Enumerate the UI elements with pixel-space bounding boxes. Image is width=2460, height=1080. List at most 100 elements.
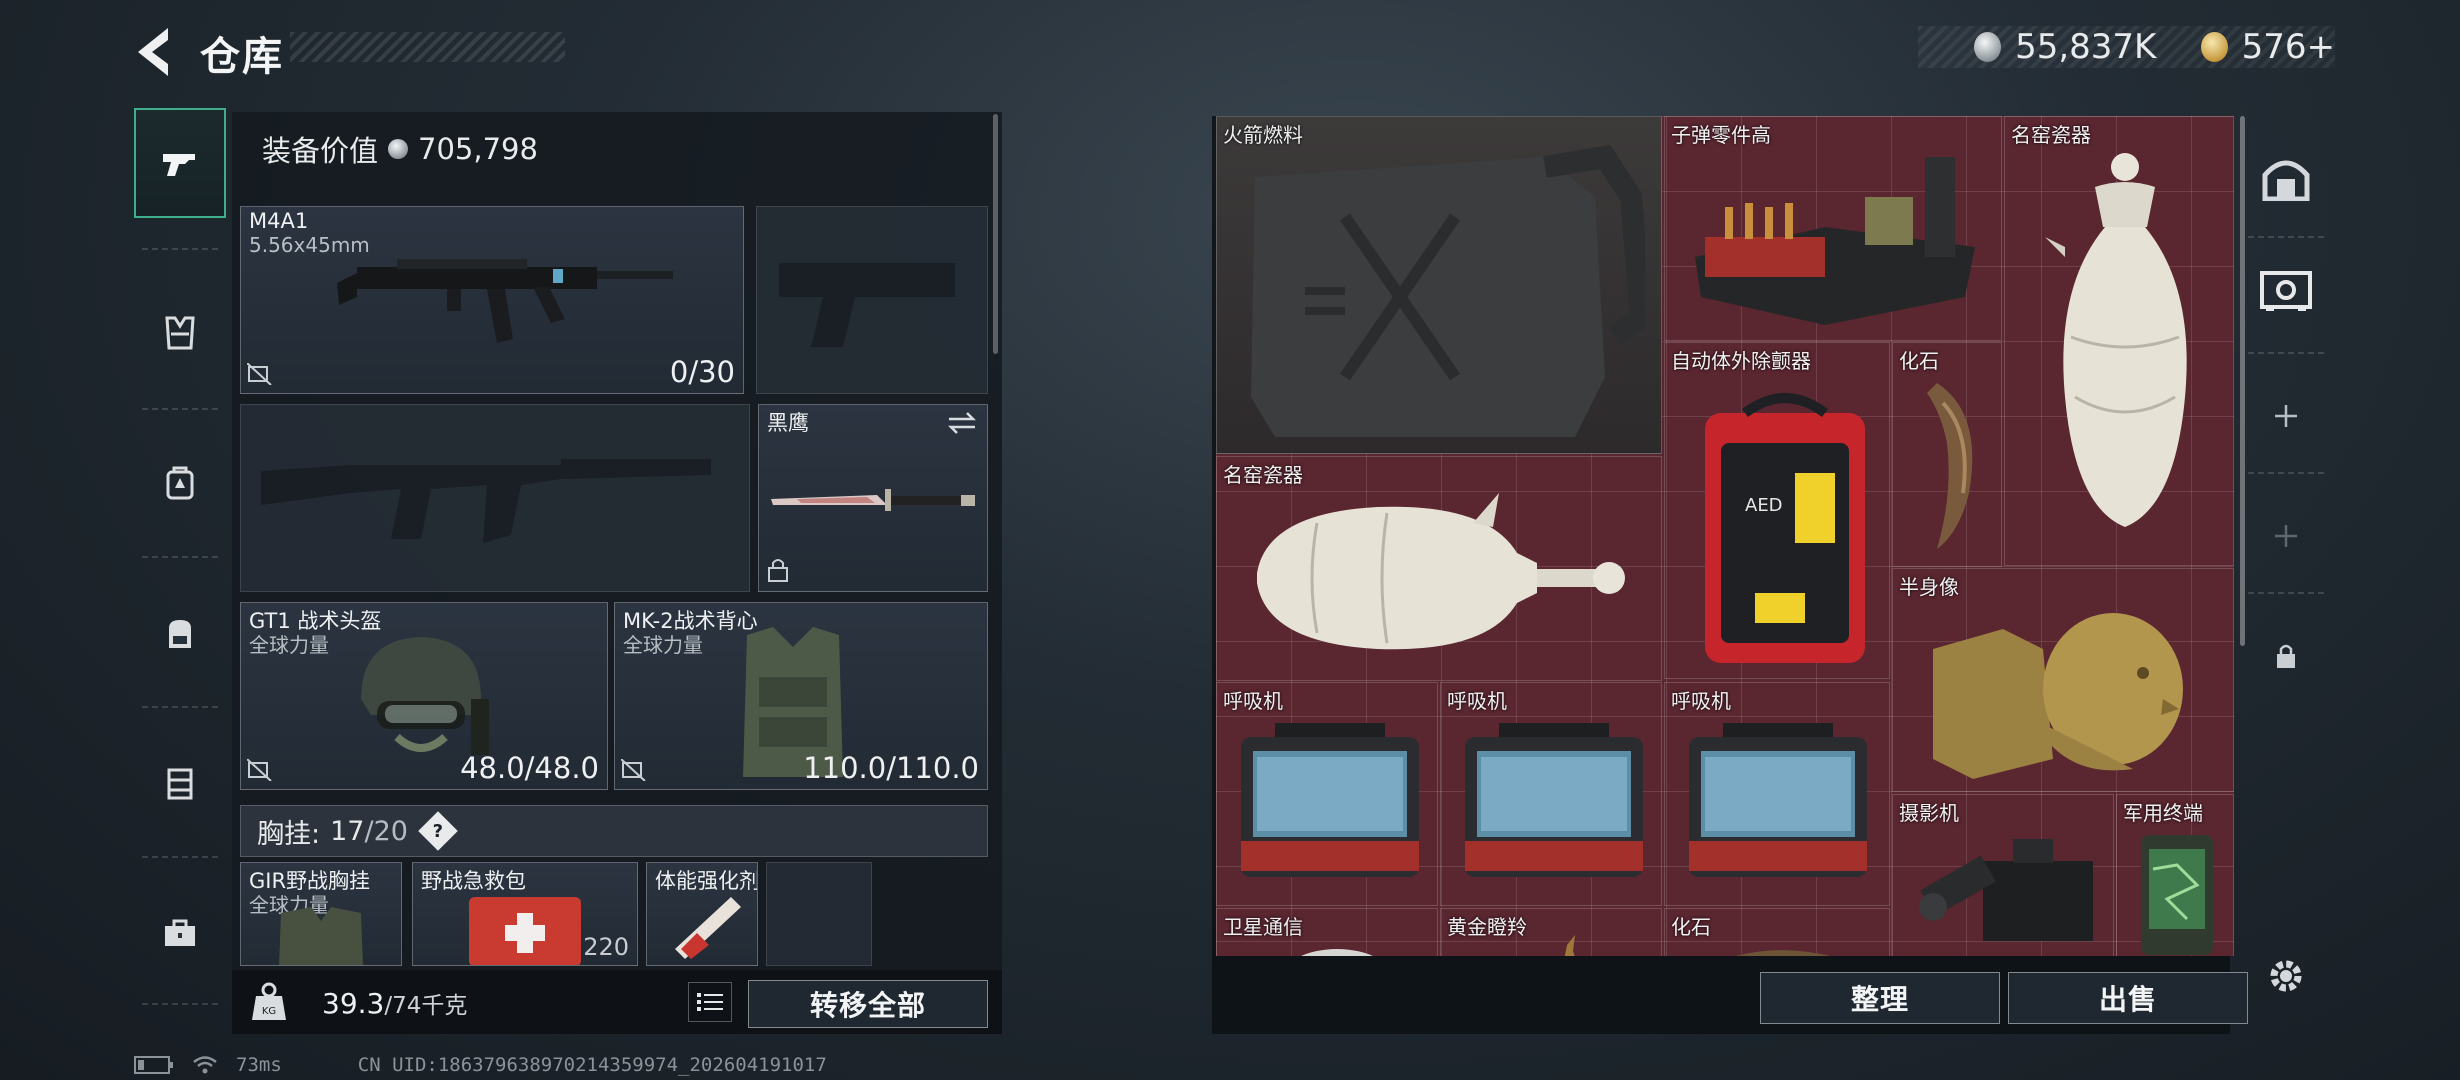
gold-balance[interactable]: 576+ [2242, 27, 2335, 67]
equipment-scrollbar[interactable] [993, 114, 998, 354]
melee-name: 黑鹰 [767, 411, 809, 435]
gold-coin-icon [2200, 32, 2228, 62]
bust-statue-icon [1933, 613, 2183, 779]
storage-item[interactable]: 火箭燃料 [1216, 116, 1662, 454]
item-name: 黄金瞪羚 [1447, 915, 1527, 939]
list-view-button[interactable] [688, 982, 732, 1022]
storage-item[interactable]: 呼吸机 [1216, 682, 1438, 906]
fossil-icon [1736, 950, 1831, 956]
vest-icon [165, 316, 195, 350]
chest-rig-header: 胸挂: 17 /20 ? [240, 805, 988, 857]
primary-weapon-slot[interactable]: M4A1 5.56x45mm 0/30 [240, 206, 744, 394]
sidebar-item-backpack[interactable] [134, 578, 226, 688]
helmet-durability: 48.0/48.0 [460, 751, 599, 785]
storage-item[interactable]: 黄金瞪羚 [1440, 908, 1662, 956]
sidebar-item-small-bag[interactable] [134, 428, 226, 538]
helmet-slot[interactable]: GT1 战术头盔 全球力量 48.0/48.0 [240, 602, 608, 790]
storage-item[interactable]: 呼吸机 [1664, 682, 1890, 906]
rifle-icon [337, 259, 673, 343]
storage-panel: 火箭燃料 子弹零件高 名窑瓷器 自动体外除颤器 AED 化石 名窑瓷器 半身像 … [1212, 116, 2248, 1034]
add-tab-button[interactable] [2244, 366, 2328, 466]
warehouse-icon [2262, 160, 2310, 201]
tab-warehouse[interactable] [2244, 128, 2328, 228]
list-icon [697, 993, 723, 1011]
weight-text: 39.3/74千克 [322, 986, 467, 1020]
armor-durability: 110.0/110.0 [803, 751, 979, 785]
silver-coin-icon [1974, 32, 2002, 62]
storage-item[interactable]: 自动体外除颤器 AED [1664, 342, 1890, 679]
svg-text:AED: AED [1745, 495, 1783, 516]
storage-item[interactable]: 名窑瓷器 [1216, 456, 1662, 681]
rig-item-count: 220 [583, 933, 629, 961]
camera-icon [1919, 839, 2093, 941]
silver-balance: 55,837K [2015, 27, 2157, 67]
secondary-weapon-slot[interactable] [240, 404, 750, 592]
item-name: 半身像 [1899, 575, 1959, 599]
transfer-all-button[interactable]: 转移全部 [748, 980, 988, 1028]
ping-text: 73ms [236, 1054, 282, 1076]
storage-item[interactable]: 化石 [1892, 342, 2002, 567]
ventilator-icon [1465, 723, 1643, 877]
storage-grid: 火箭燃料 子弹零件高 名窑瓷器 自动体外除颤器 AED 化石 名窑瓷器 半身像 … [1216, 116, 2234, 956]
chest-rig-slot[interactable]: GIR野战胸挂 全球力量 [240, 862, 402, 966]
item-name: 名窑瓷器 [2011, 123, 2091, 147]
melee-slot[interactable]: 黑鹰 [758, 404, 988, 592]
item-name: 化石 [1671, 915, 1711, 939]
tab-safe[interactable] [2244, 240, 2328, 340]
storage-item[interactable]: 名窑瓷器 [2004, 116, 2234, 566]
container-icon [167, 768, 193, 800]
battery-icon [134, 1056, 173, 1074]
sidearm-slot[interactable] [756, 206, 988, 394]
porcelain-vase-icon [1257, 493, 1625, 650]
back-button[interactable] [130, 22, 180, 82]
silver-coin-icon [388, 139, 409, 159]
first-aid-kit-icon [469, 897, 581, 965]
aed-icon: AED [1705, 393, 1865, 663]
item-name: 自动体外除颤器 [1671, 349, 1811, 373]
pistol-icon [163, 154, 195, 176]
knife-icon [771, 489, 975, 511]
sidebar-item-toolbox[interactable] [134, 878, 226, 988]
storage-item[interactable]: 卫星通信 [1216, 908, 1438, 956]
item-name: 摄影机 [1899, 801, 1959, 825]
rig-item-stimulant[interactable]: 体能强化剂 [646, 862, 758, 966]
sidebar-item-vest[interactable] [134, 278, 226, 388]
equipment-value: 装备价值 705,798 [262, 128, 538, 170]
gear-icon [2270, 960, 2302, 992]
add-tab-button-disabled[interactable] [2244, 486, 2328, 586]
item-name: 化石 [1899, 349, 1939, 373]
storage-item[interactable]: 子弹零件高 [1664, 116, 2002, 341]
ventilator-icon [1689, 723, 1867, 877]
status-bar: 73ms CN UID:18637963897021435997­4_20260… [134, 1054, 827, 1076]
locked-tab[interactable] [2244, 606, 2328, 706]
plus-icon [2275, 405, 2297, 427]
svg-text:KG: KG [262, 1006, 276, 1017]
equipment-value-amount: 705,798 [418, 132, 538, 166]
storage-item[interactable]: 化石 [1664, 908, 1890, 956]
storage-item[interactable]: 半身像 [1892, 568, 2234, 792]
armor-slot[interactable]: MK-2战术背心 全球力量 110.0/110.0 [614, 602, 988, 790]
sell-button[interactable]: 出售 [2008, 972, 2248, 1024]
category-sidebar [134, 108, 226, 1008]
sidebar-item-container[interactable] [134, 728, 226, 838]
pistol-silhouette-icon [779, 263, 955, 347]
help-icon[interactable]: ? [418, 811, 458, 851]
sidebar-item-weapons[interactable] [134, 108, 226, 218]
weapon-ammo-count: 0/30 [669, 355, 735, 389]
helmet-faction: 全球力量 [249, 633, 329, 657]
sort-button[interactable]: 整理 [1760, 972, 2000, 1024]
no-attachment-icon [247, 759, 272, 781]
settings-button[interactable] [2244, 926, 2328, 1026]
rig-item-first-aid[interactable]: 野战急救包 220 [412, 862, 638, 966]
backpack-small-icon [166, 466, 194, 500]
storage-item[interactable]: 呼吸机 [1440, 682, 1662, 906]
no-attachment-icon [247, 363, 272, 385]
storage-item[interactable]: 军用终端 [2116, 794, 2234, 956]
equipment-panel: 装备价值 705,798 M4A1 5.56x45mm 0/30 黑鹰 GT1 … [232, 112, 1002, 1034]
lock-icon [2277, 644, 2295, 668]
item-name: 军用终端 [2123, 801, 2203, 825]
storage-item[interactable]: 摄影机 [1892, 794, 2114, 956]
swap-icon[interactable] [947, 411, 977, 435]
rig-empty-slot[interactable] [766, 862, 872, 966]
weight-current: 39.3 [322, 987, 385, 1020]
